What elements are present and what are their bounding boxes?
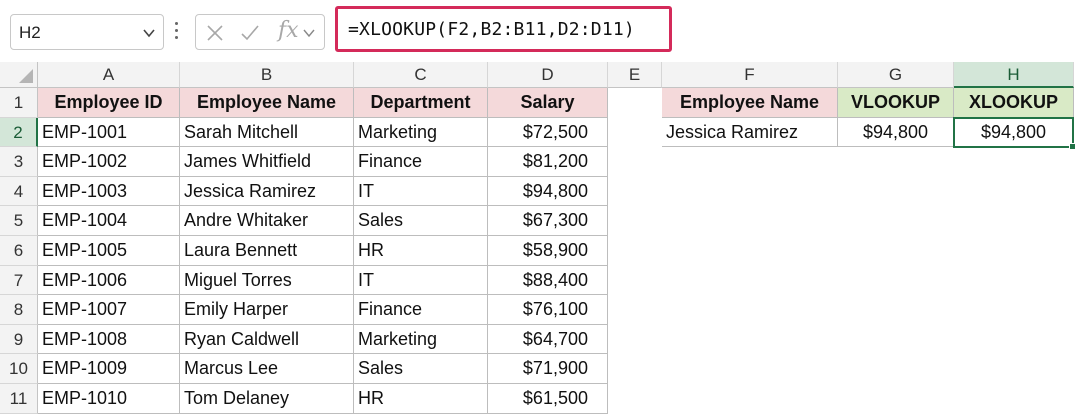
table-header-cell[interactable]: Employee ID — [38, 88, 180, 118]
row-header-10[interactable]: 10 — [0, 354, 38, 384]
table-cell[interactable]: Tom Delaney — [180, 384, 354, 414]
table-cell[interactable]: $81,200 — [488, 147, 608, 177]
table-cell[interactable]: EMP-1001 — [38, 117, 180, 148]
row-header-8[interactable]: 8 — [0, 295, 38, 325]
column-header-e[interactable]: E — [608, 62, 662, 88]
formula-input[interactable]: =XLOOKUP(F2,B2:B11,D2:D11) — [335, 6, 672, 52]
table-cell[interactable]: $88,400 — [488, 265, 608, 296]
table-cell[interactable]: IT — [354, 176, 488, 207]
table-cell[interactable]: Finance — [354, 147, 488, 177]
table-cell[interactable]: $71,900 — [488, 354, 608, 384]
table-cell[interactable]: $94,800 — [488, 176, 608, 207]
table-cell[interactable]: $61,500 — [488, 384, 608, 414]
table-cell[interactable]: EMP-1004 — [38, 206, 180, 236]
row-header-3[interactable]: 3 — [0, 147, 38, 177]
row-header-2[interactable]: 2 — [0, 117, 38, 148]
insert-function-icon[interactable]: fx — [278, 18, 299, 43]
select-all-corner[interactable] — [0, 62, 38, 88]
table-cell[interactable]: HR — [354, 384, 488, 414]
table-header-cell[interactable]: Employee Name — [180, 88, 354, 118]
row-header-9[interactable]: 9 — [0, 324, 38, 355]
enter-check-icon[interactable] — [240, 23, 260, 43]
table-cell[interactable]: Sarah Mitchell — [180, 117, 354, 148]
table-cell[interactable]: Finance — [354, 295, 488, 325]
column-header-b[interactable]: B — [180, 62, 354, 88]
table-cell[interactable]: Sales — [354, 354, 488, 384]
formula-text: =XLOOKUP(F2,B2:B11,D2:D11) — [348, 19, 635, 40]
column-header-d[interactable]: D — [488, 62, 608, 88]
column-header-a[interactable]: A — [38, 62, 180, 88]
formula-controls: fx — [195, 14, 325, 50]
table-cell[interactable]: $64,700 — [488, 324, 608, 355]
table-cell[interactable]: $72,500 — [488, 117, 608, 148]
table-cell[interactable]: Emily Harper — [180, 295, 354, 325]
table-cell[interactable]: Marketing — [354, 117, 488, 148]
row-header-7[interactable]: 7 — [0, 265, 38, 296]
table-cell[interactable]: Marketing — [354, 324, 488, 355]
lookup-header-cell[interactable]: XLOOKUP — [954, 88, 1074, 118]
column-header-f[interactable]: F — [662, 62, 838, 88]
active-cell-border — [953, 116, 1074, 149]
table-cell[interactable]: $76,100 — [488, 295, 608, 325]
table-cell[interactable]: Jessica Ramirez — [180, 176, 354, 207]
table-header-cell[interactable]: Salary — [488, 88, 608, 118]
row-header-4[interactable]: 4 — [0, 176, 38, 207]
column-header-h[interactable]: H — [954, 62, 1074, 88]
table-cell[interactable]: $67,300 — [488, 206, 608, 236]
table-cell[interactable]: HR — [354, 236, 488, 266]
table-cell[interactable]: EMP-1008 — [38, 324, 180, 355]
table-cell[interactable]: James Whitfield — [180, 147, 354, 177]
table-cell[interactable]: EMP-1005 — [38, 236, 180, 266]
table-cell[interactable]: EMP-1007 — [38, 295, 180, 325]
column-header-g[interactable]: G — [838, 62, 954, 88]
table-cell[interactable]: Miguel Torres — [180, 265, 354, 296]
cancel-icon[interactable] — [205, 23, 225, 43]
name-box[interactable]: H2 — [10, 14, 164, 50]
name-box-value: H2 — [19, 23, 41, 42]
table-cell[interactable]: EMP-1002 — [38, 147, 180, 177]
table-cell[interactable]: EMP-1010 — [38, 384, 180, 414]
table-cell[interactable]: Marcus Lee — [180, 354, 354, 384]
lookup-cell[interactable]: Jessica Ramirez — [662, 117, 838, 148]
expand-icon[interactable] — [302, 26, 316, 40]
table-cell[interactable]: Laura Bennett — [180, 236, 354, 266]
table-header-cell[interactable]: Department — [354, 88, 488, 118]
fill-handle[interactable] — [1069, 143, 1076, 151]
row-header-1[interactable]: 1 — [0, 88, 38, 118]
row-header-11[interactable]: 11 — [0, 384, 38, 414]
table-cell[interactable]: Ryan Caldwell — [180, 324, 354, 355]
table-cell[interactable]: Sales — [354, 206, 488, 236]
lookup-header-cell[interactable]: VLOOKUP — [838, 88, 954, 118]
column-header-c[interactable]: C — [354, 62, 488, 88]
table-cell[interactable]: IT — [354, 265, 488, 296]
row-header-5[interactable]: 5 — [0, 206, 38, 236]
table-cell[interactable]: EMP-1009 — [38, 354, 180, 384]
lookup-header-cell[interactable]: Employee Name — [662, 88, 838, 118]
formula-bar: H2 fx =XLOOKUP(F2,B2:B11,D2:D11) — [0, 0, 1077, 62]
table-cell[interactable]: Andre Whitaker — [180, 206, 354, 236]
table-cell[interactable]: EMP-1003 — [38, 176, 180, 207]
select-all-icon — [19, 69, 33, 83]
chevron-down-icon[interactable] — [142, 26, 156, 40]
table-cell[interactable]: EMP-1006 — [38, 265, 180, 296]
table-cell[interactable]: $58,900 — [488, 236, 608, 266]
lookup-cell[interactable]: $94,800 — [838, 117, 954, 148]
more-options-icon[interactable] — [175, 22, 179, 42]
row-header-6[interactable]: 6 — [0, 236, 38, 266]
